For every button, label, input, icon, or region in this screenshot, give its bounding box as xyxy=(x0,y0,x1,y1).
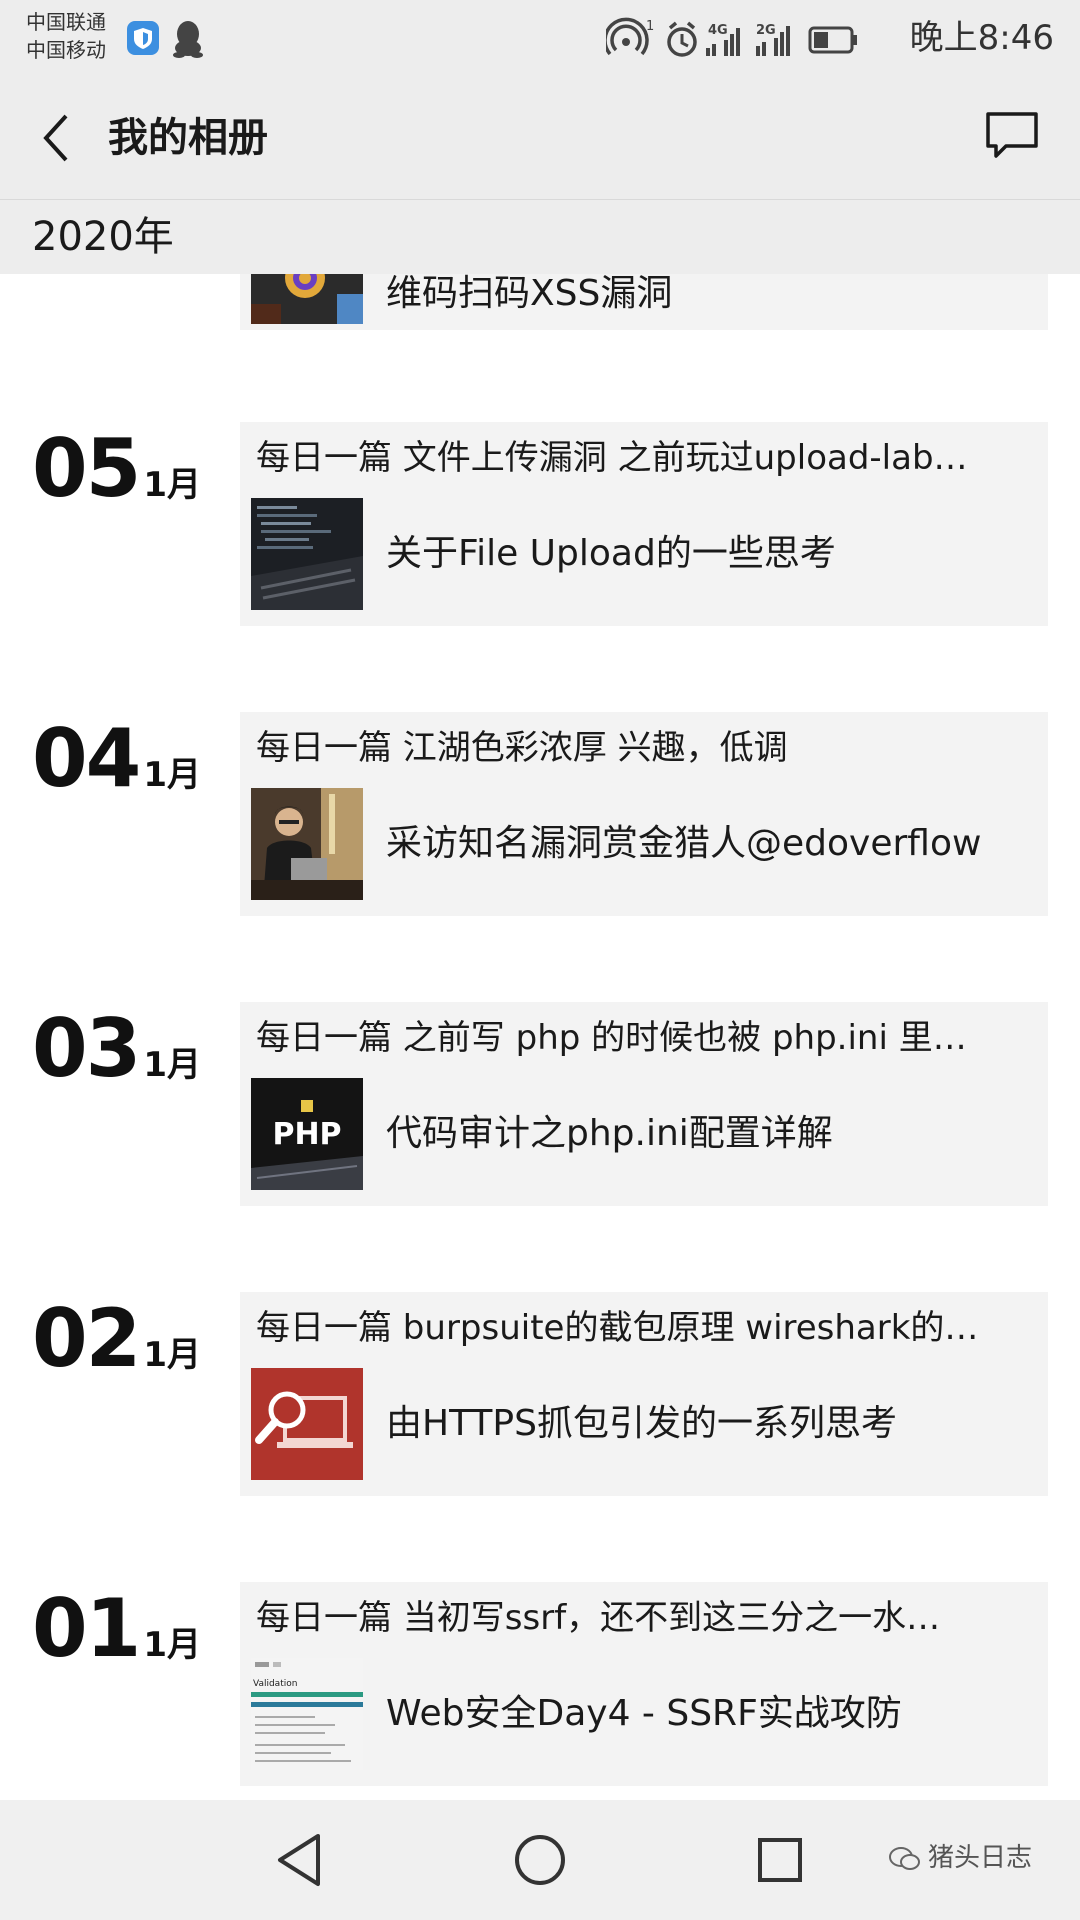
shared-article-card[interactable]: 每日一篇 江湖色彩浓厚 兴趣，低调 采访知名漏洞赏金猎人@edoverflow xyxy=(240,712,1048,916)
article-thumbnail xyxy=(251,498,363,610)
list-item[interactable]: 03 1月 每日一篇 之前写 php 的时候也被 php.ini 里… PHP 代… xyxy=(0,1002,1080,1206)
entry-date: 01 1月 xyxy=(32,1584,201,1674)
day-number: 04 xyxy=(32,712,141,805)
post-caption: 每日一篇 burpsuite的截包原理 wireshark的… xyxy=(256,1308,979,1348)
article-title: 采访知名漏洞赏金猎人@edoverflow xyxy=(386,823,982,864)
shared-article-card[interactable]: 每日一篇 当初写ssrf，还不到这三分之一水… Validation Web安全… xyxy=(240,1582,1048,1786)
year-header: 2020年 xyxy=(0,200,1080,274)
shared-article-card[interactable]: 维码扫码XSS漏洞 xyxy=(240,274,1048,330)
article-thumbnail xyxy=(251,788,363,900)
month-label: 1月 xyxy=(143,755,201,795)
back-arrow-icon[interactable] xyxy=(28,106,92,170)
message-icon[interactable] xyxy=(982,108,1042,164)
status-bar: 中国联通 中国移动 1 4G 2G 晚上8:46 xyxy=(0,0,1080,76)
nav-recents-icon[interactable] xyxy=(746,1826,814,1894)
watermark-text: 猪头日志 xyxy=(928,1843,1033,1873)
network-2-label: 2G xyxy=(756,23,776,38)
wechat-icon xyxy=(889,1846,920,1870)
day-number: 03 xyxy=(32,1002,141,1095)
entry-date: 03 1月 xyxy=(32,1004,201,1094)
month-label: 1月 xyxy=(143,1625,201,1665)
article-title: 关于File Upload的一些思考 xyxy=(386,533,836,574)
month-label: 1月 xyxy=(143,1335,201,1375)
clock: 晚上8:46 xyxy=(909,18,1054,58)
entry-date: 04 1月 xyxy=(32,714,201,804)
article-title: 由HTTPS抓包引发的一系列思考 xyxy=(386,1403,897,1444)
list-item-partial[interactable]: 维码扫码XSS漏洞 xyxy=(0,274,1080,330)
post-caption: 每日一篇 江湖色彩浓厚 兴趣，低调 xyxy=(256,728,788,768)
article-title: 维码扫码XSS漏洞 xyxy=(386,274,673,314)
year-label: 2020年 xyxy=(32,214,174,260)
network-1-label: 4G xyxy=(708,23,728,38)
article-title: Web安全Day4 - SSRF实战攻防 xyxy=(386,1693,902,1734)
article-thumbnail: PHP xyxy=(251,1078,363,1190)
status-icons: 1 4G 2G xyxy=(606,17,857,57)
thumbnail-text: PHP xyxy=(272,1117,341,1152)
watermark: 猪头日志 xyxy=(888,1840,1032,1876)
carrier-1: 中国联通 xyxy=(26,10,106,34)
shared-article-card[interactable]: 每日一篇 之前写 php 的时候也被 php.ini 里… PHP 代码审计之p… xyxy=(240,1002,1048,1206)
entry-date: 05 1月 xyxy=(32,424,201,514)
alarm-icon xyxy=(667,21,697,57)
shared-article-card[interactable]: 每日一篇 文件上传漏洞 之前玩过upload-lab… 关于File Uploa… xyxy=(240,422,1048,626)
month-label: 1月 xyxy=(143,465,201,505)
thumbnail-text: Validation xyxy=(253,1679,297,1689)
post-caption: 每日一篇 当初写ssrf，还不到这三分之一水… xyxy=(256,1598,941,1638)
article-thumbnail xyxy=(251,274,363,324)
month-label: 1月 xyxy=(143,1045,201,1085)
entry-date: 02 1月 xyxy=(32,1294,201,1384)
carrier-labels: 中国联通 中国移动 xyxy=(26,8,106,64)
page-title: 我的相册 xyxy=(108,115,268,161)
system-nav-bar: 猪头日志 xyxy=(0,1800,1080,1920)
album-feed[interactable]: 维码扫码XSS漏洞 05 1月 每日一篇 文件上传漏洞 之前玩过upload-la… xyxy=(0,274,1080,1800)
list-item[interactable]: 05 1月 每日一篇 文件上传漏洞 之前玩过upload-lab… 关于File … xyxy=(0,422,1080,626)
qq-penguin-icon xyxy=(173,21,203,58)
shared-article-card[interactable]: 每日一篇 burpsuite的截包原理 wireshark的… 由HTTPS抓包… xyxy=(240,1292,1048,1496)
article-title: 代码审计之php.ini配置详解 xyxy=(386,1113,833,1154)
post-caption: 每日一篇 之前写 php 的时候也被 php.ini 里… xyxy=(256,1018,967,1058)
day-number: 02 xyxy=(32,1292,141,1385)
nav-back-icon[interactable] xyxy=(266,1826,334,1894)
article-thumbnail xyxy=(251,1368,363,1480)
nav-bar: 我的相册 xyxy=(0,76,1080,200)
nav-home-icon[interactable] xyxy=(506,1826,574,1894)
list-item[interactable]: 04 1月 每日一篇 江湖色彩浓厚 兴趣，低调 采访知名漏洞赏金猎人@edover… xyxy=(0,712,1080,916)
day-number: 01 xyxy=(32,1582,141,1675)
list-item[interactable]: 02 1月 每日一篇 burpsuite的截包原理 wireshark的… 由HT… xyxy=(0,1292,1080,1496)
battery-icon xyxy=(808,26,857,54)
carrier-2: 中国移动 xyxy=(26,38,106,62)
list-item[interactable]: 01 1月 每日一篇 当初写ssrf，还不到这三分之一水… Validation … xyxy=(0,1582,1080,1786)
article-thumbnail: Validation xyxy=(251,1658,363,1770)
hotspot-icon xyxy=(606,17,649,56)
shield-icon xyxy=(127,21,159,55)
post-caption: 每日一篇 文件上传漏洞 之前玩过upload-lab… xyxy=(256,438,968,478)
hotspot-count: 1 xyxy=(646,19,654,34)
day-number: 05 xyxy=(32,422,141,515)
